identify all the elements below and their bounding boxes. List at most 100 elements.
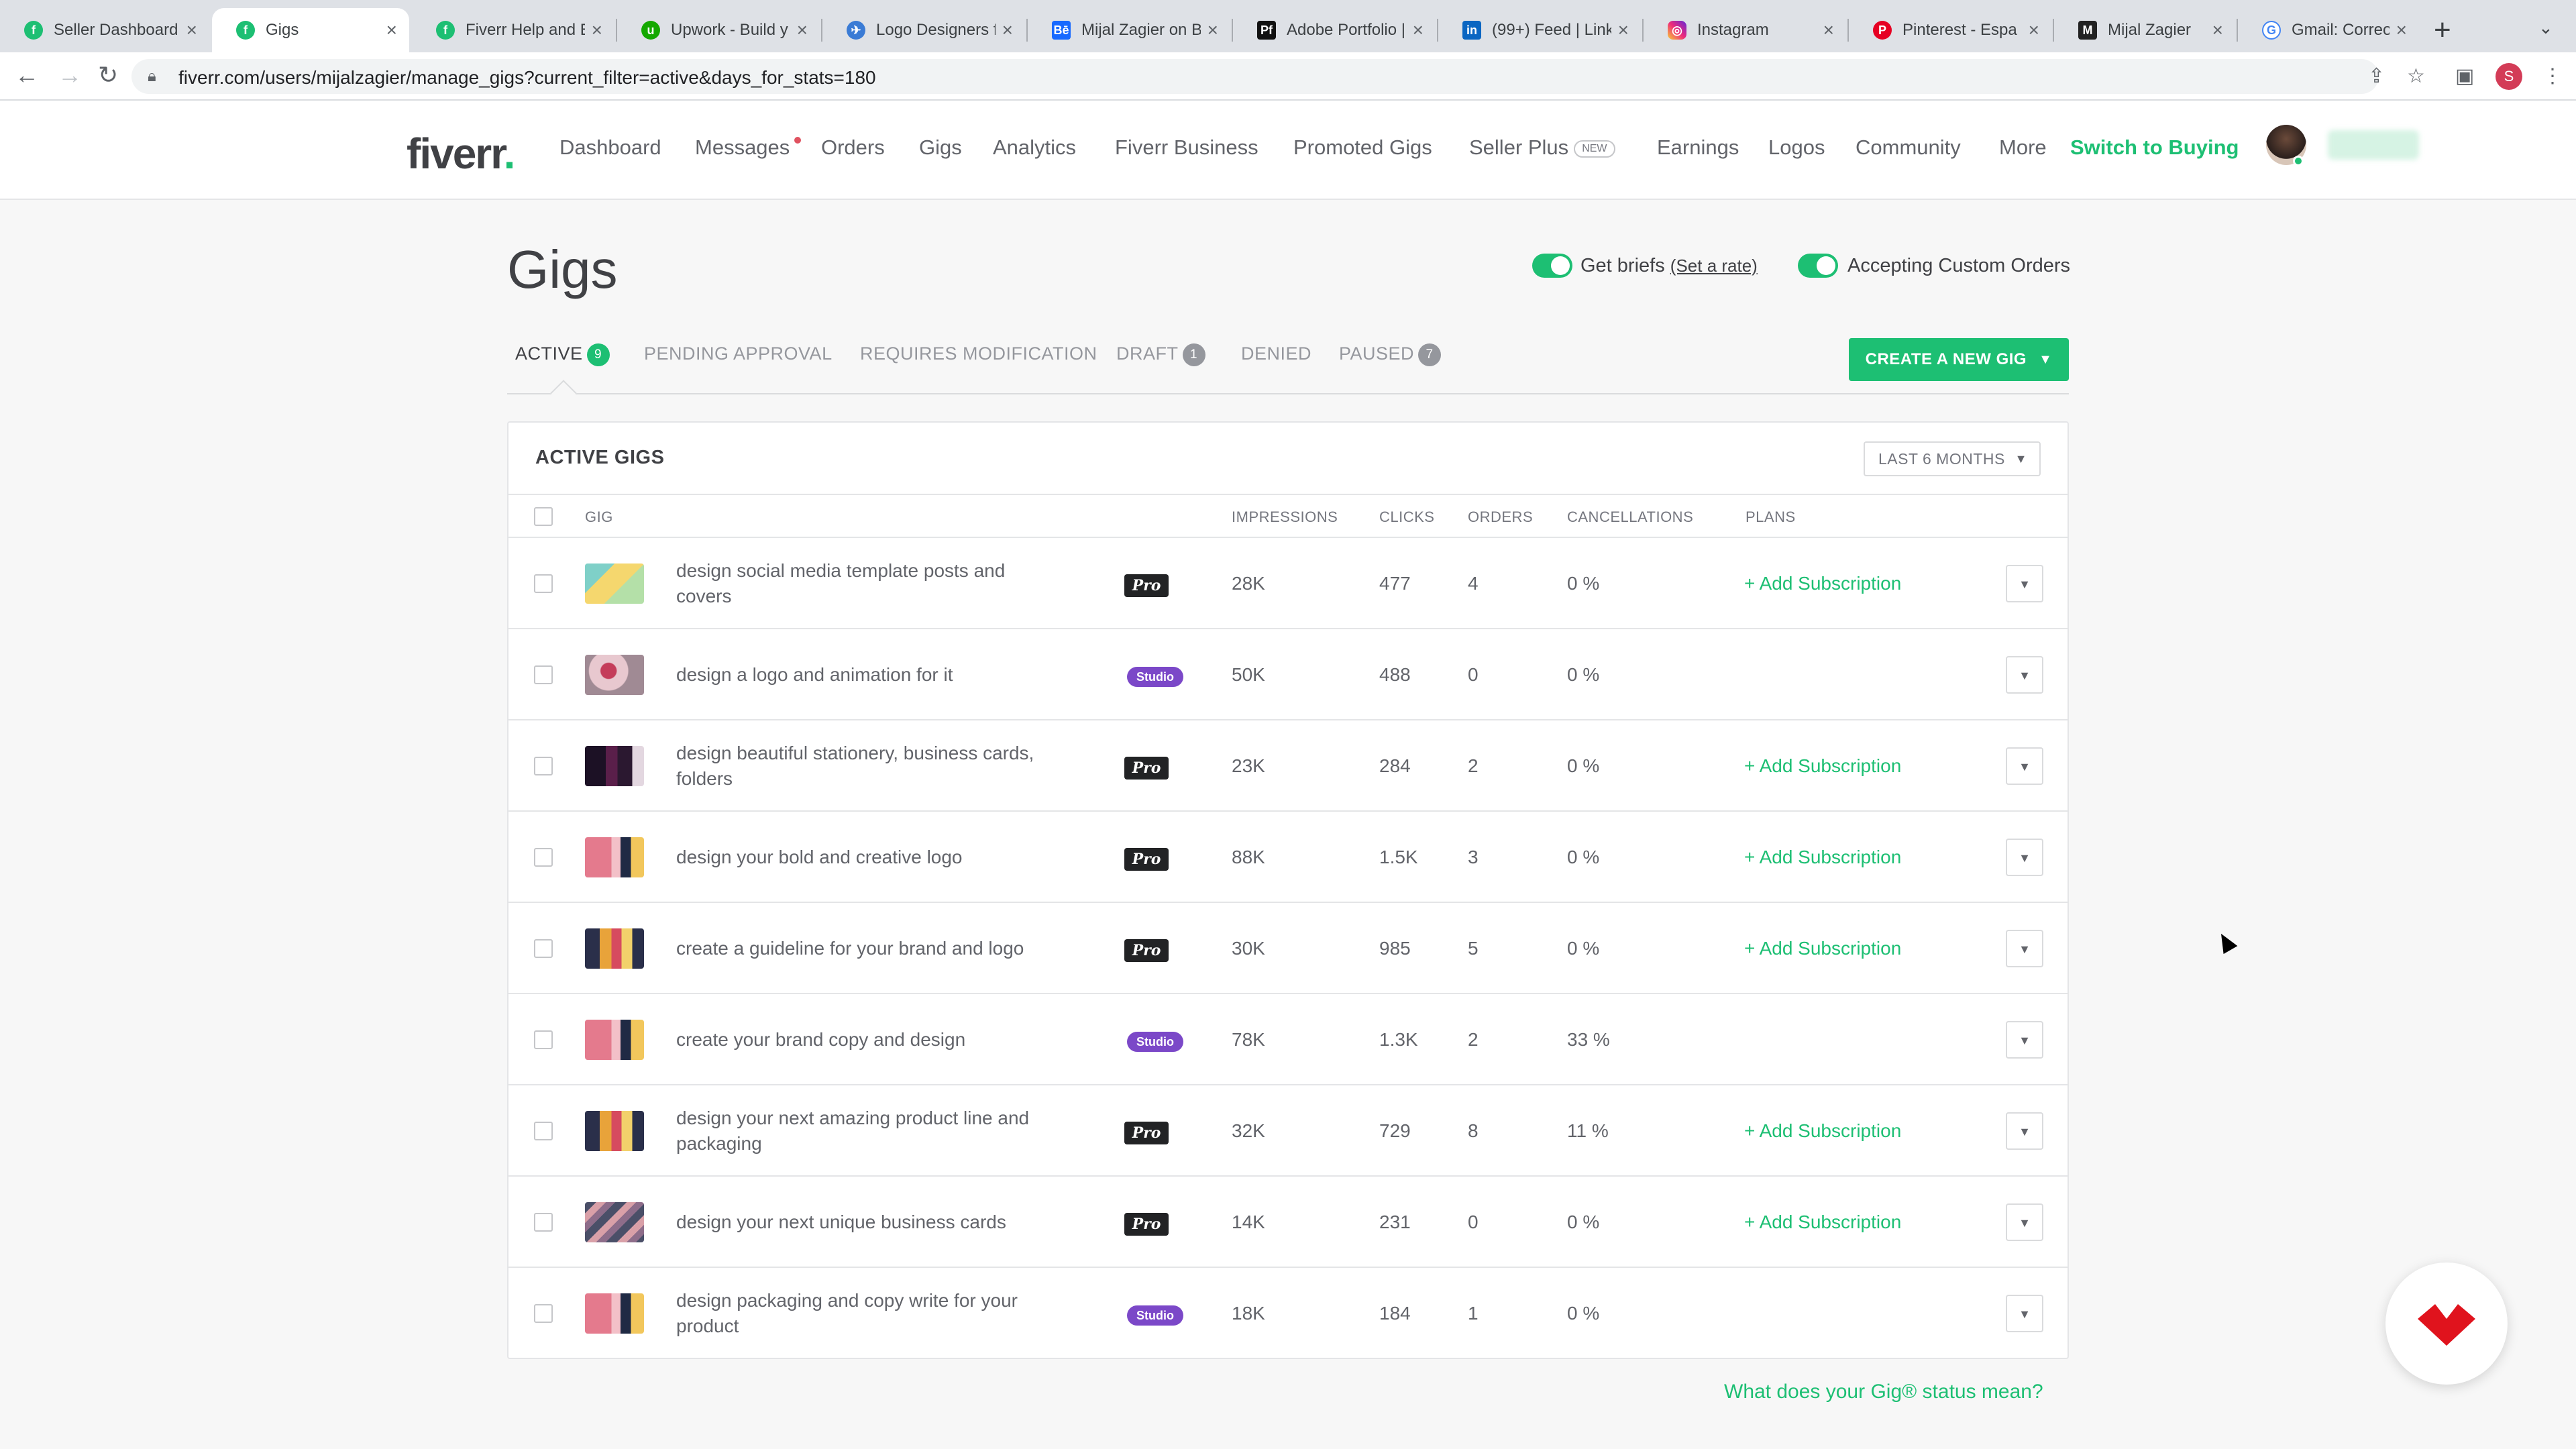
close-tab-icon[interactable]: × (1413, 19, 1424, 41)
nav-logos[interactable]: Logos (1768, 136, 1825, 160)
browser-tab[interactable]: Pf Adobe Portfolio | × (1233, 8, 1436, 52)
gig-title[interactable]: create your brand copy and design (676, 994, 1052, 1085)
table-row[interactable]: design your next unique business cards P… (508, 1177, 2068, 1268)
add-subscription-link[interactable]: + Add Subscription (1744, 755, 1901, 777)
browser-tab[interactable]: Bē Mijal Zagier on B × (1028, 8, 1230, 52)
row-menu-button[interactable]: ▼ (2006, 1295, 2043, 1332)
share-icon[interactable]: ⇪ (2368, 64, 2385, 88)
close-tab-icon[interactable]: × (592, 19, 602, 41)
row-menu-button[interactable]: ▼ (2006, 656, 2043, 694)
row-checkbox[interactable] (534, 1213, 553, 1232)
close-tab-icon[interactable]: × (1208, 19, 1218, 41)
nav-earnings[interactable]: Earnings (1657, 136, 1739, 160)
nav-seller-plus[interactable]: Seller Plus NEW (1469, 136, 1615, 160)
nav-community[interactable]: Community (1856, 136, 1961, 160)
gig-title[interactable]: design beautiful stationery, business ca… (676, 720, 1052, 812)
gig-thumbnail[interactable] (585, 1293, 644, 1334)
browser-tab[interactable]: P Pinterest - Espa × (1849, 8, 2051, 52)
browser-tab[interactable]: ◎ Instagram × (1644, 8, 1846, 52)
nav-promoted-gigs[interactable]: Promoted Gigs (1293, 136, 1432, 160)
period-select[interactable]: LAST 6 MONTHS ▼ (1864, 441, 2041, 476)
gig-thumbnail[interactable] (585, 746, 644, 786)
add-subscription-link[interactable]: + Add Subscription (1744, 1212, 1901, 1233)
create-new-gig-button[interactable]: CREATE A NEW GIG ▼ (1849, 338, 2069, 381)
select-all-checkbox[interactable] (534, 507, 553, 526)
tab-requires-modification[interactable]: REQUIRES MODIFICATION (860, 343, 1097, 364)
table-row[interactable]: design a logo and animation for it Studi… (508, 629, 2068, 720)
nav-orders[interactable]: Orders (821, 136, 885, 160)
tab-denied[interactable]: DENIED (1241, 343, 1311, 364)
gig-status-help-link[interactable]: What does your Gig® status mean? (1724, 1381, 2043, 1403)
close-tab-icon[interactable]: × (797, 19, 808, 41)
table-row[interactable]: design your next amazing product line an… (508, 1085, 2068, 1177)
gig-thumbnail[interactable] (585, 837, 644, 877)
browser-tab[interactable]: in (99+) Feed | Link × (1438, 8, 1641, 52)
browser-menu-icon[interactable]: ⋮ (2542, 64, 2563, 88)
nav-analytics[interactable]: Analytics (993, 136, 1076, 160)
row-menu-button[interactable]: ▼ (2006, 839, 2043, 876)
nav-messages[interactable]: Messages (695, 136, 790, 160)
row-menu-button[interactable]: ▼ (2006, 747, 2043, 785)
browser-tab[interactable]: f Seller Dashboard × (0, 8, 209, 52)
row-menu-button[interactable]: ▼ (2006, 565, 2043, 602)
address-bar[interactable]: 🔒︎ fiverr.com/users/mijalzagier/manage_g… (131, 59, 2379, 94)
gig-title[interactable]: design your next unique business cards (676, 1177, 1052, 1268)
gig-thumbnail[interactable] (585, 1020, 644, 1060)
bookmark-star-icon[interactable]: ☆ (2407, 64, 2425, 88)
close-tab-icon[interactable]: × (2212, 19, 2223, 41)
gig-thumbnail[interactable] (585, 1111, 644, 1151)
row-checkbox[interactable] (534, 848, 553, 867)
tab-pending-approval[interactable]: PENDING APPROVAL (644, 343, 833, 364)
add-subscription-link[interactable]: + Add Subscription (1744, 573, 1901, 594)
nav-gigs[interactable]: Gigs (919, 136, 962, 160)
gig-title[interactable]: design packaging and copy write for your… (676, 1268, 1052, 1359)
fiverr-logo[interactable]: fiverr. (407, 129, 515, 178)
browser-tab[interactable]: u Upwork - Build y × (617, 8, 820, 52)
browser-tab[interactable]: M Mijal Zagier × (2054, 8, 2235, 52)
browser-tab[interactable]: f Fiverr Help and E × (412, 8, 614, 52)
get-briefs-toggle[interactable] (1532, 254, 1572, 278)
gig-thumbnail[interactable] (585, 928, 644, 969)
row-menu-button[interactable]: ▼ (2006, 1203, 2043, 1241)
gig-title[interactable]: design social media template posts and c… (676, 538, 1052, 629)
add-subscription-link[interactable]: + Add Subscription (1744, 1120, 1901, 1142)
row-checkbox[interactable] (534, 939, 553, 958)
close-tab-icon[interactable]: × (1618, 19, 1629, 41)
close-tab-icon[interactable]: × (2029, 19, 2039, 41)
reload-icon[interactable]: ↻ (98, 62, 118, 89)
gig-title[interactable]: design a logo and animation for it (676, 629, 1052, 720)
gig-title[interactable]: design your next amazing product line an… (676, 1085, 1052, 1177)
tab-active[interactable]: ACTIVE 9 (515, 343, 610, 366)
tab-list-chevron-icon[interactable]: ⌄ (2538, 17, 2553, 38)
table-row[interactable]: design packaging and copy write for your… (508, 1268, 2068, 1359)
set-rate-link[interactable]: (Set a rate) (1670, 256, 1758, 276)
forward-arrow-icon[interactable]: → (58, 62, 82, 89)
gig-thumbnail[interactable] (585, 564, 644, 604)
row-menu-button[interactable]: ▼ (2006, 1112, 2043, 1150)
tab-paused[interactable]: PAUSED 7 (1339, 343, 1442, 366)
url-text[interactable]: fiverr.com/users/mijalzagier/manage_gigs… (178, 67, 876, 89)
nav-fiverr-business[interactable]: Fiverr Business (1115, 136, 1258, 160)
add-subscription-link[interactable]: + Add Subscription (1744, 938, 1901, 959)
table-row[interactable]: design social media template posts and c… (508, 538, 2068, 629)
new-tab-icon[interactable]: + (2434, 13, 2451, 47)
row-menu-button[interactable]: ▼ (2006, 1021, 2043, 1059)
switch-to-buying-link[interactable]: Switch to Buying (2070, 136, 2239, 160)
add-subscription-link[interactable]: + Add Subscription (1744, 847, 1901, 868)
row-checkbox[interactable] (534, 757, 553, 775)
close-tab-icon[interactable]: × (2396, 19, 2407, 41)
gig-thumbnail[interactable] (585, 655, 644, 695)
browser-tab[interactable]: G Gmail: Correo ele × (2238, 8, 2419, 52)
balance-pill[interactable] (2328, 130, 2419, 160)
table-row[interactable]: design your bold and creative logo Pro 8… (508, 812, 2068, 903)
close-tab-icon[interactable]: × (1823, 19, 1834, 41)
table-row[interactable]: create your brand copy and design Studio… (508, 994, 2068, 1085)
row-checkbox[interactable] (534, 1304, 553, 1323)
table-row[interactable]: create a guideline for your brand and lo… (508, 903, 2068, 994)
tab-draft[interactable]: DRAFT 1 (1116, 343, 1205, 366)
gig-title[interactable]: design your bold and creative logo (676, 812, 1052, 903)
gig-thumbnail[interactable] (585, 1202, 644, 1242)
close-tab-icon[interactable]: × (386, 19, 397, 41)
custom-orders-toggle[interactable] (1798, 254, 1838, 278)
row-checkbox[interactable] (534, 1122, 553, 1140)
